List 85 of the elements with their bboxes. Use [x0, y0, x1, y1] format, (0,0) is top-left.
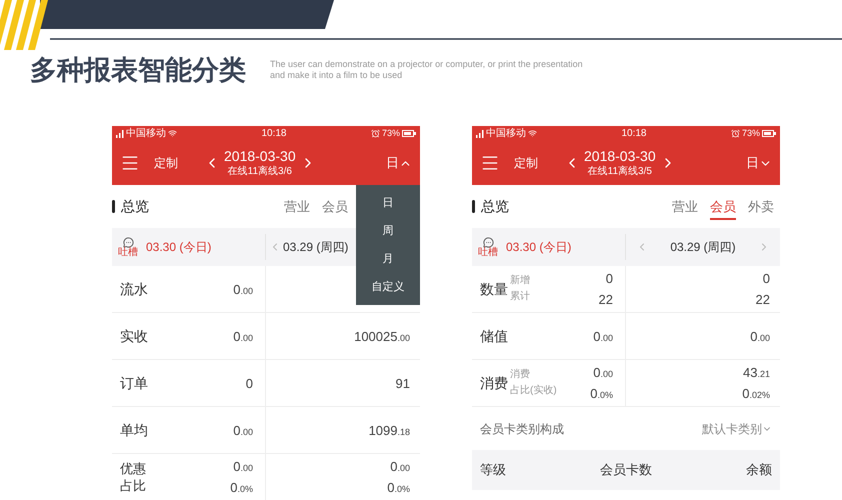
row-label: 流水 — [120, 280, 148, 298]
section-title: 总览 — [121, 197, 149, 216]
battery-text: 73% — [742, 129, 760, 138]
row-label: 实收 — [120, 326, 148, 346]
signal-icon — [116, 130, 124, 138]
row-label: 优惠 — [120, 462, 146, 475]
report-tab[interactable]: 会员 — [322, 192, 348, 220]
value-text: 0.0% — [387, 481, 410, 494]
card-section-title: 会员卡类别构成 — [480, 420, 564, 438]
period-option[interactable]: 周 — [382, 217, 394, 245]
period-option[interactable]: 自定义 — [372, 273, 404, 301]
value-text: 0 — [606, 272, 613, 285]
online-text: 在线11离线3/6 — [228, 166, 292, 178]
online-text: 在线11离线3/5 — [588, 166, 652, 178]
sub-label: 新增 — [510, 276, 530, 286]
row-label: 数量 — [480, 280, 508, 298]
custom-button[interactable]: 定制 — [154, 154, 178, 172]
sub-label: 占比(实收) — [510, 386, 557, 396]
value-text: 0.02% — [742, 387, 770, 400]
value-text: 0 — [762, 272, 770, 285]
period-option[interactable]: 月 — [382, 245, 394, 273]
value-text: 0.00 — [750, 330, 770, 342]
card-type-filter[interactable]: 默认卡类别 — [702, 420, 772, 438]
page-title: 多种报表智能分类 — [30, 54, 246, 87]
today-date: 03.30 (今日) — [506, 239, 572, 256]
period-option[interactable]: 日 — [382, 189, 394, 217]
period-button[interactable]: 日 — [386, 153, 412, 173]
value-text: 43.21 — [743, 366, 770, 379]
value-text: 22 — [598, 293, 613, 306]
alarm-icon — [370, 129, 380, 138]
today-date: 03.30 (今日) — [146, 239, 212, 256]
report-tab[interactable]: 会员 — [710, 192, 736, 220]
value-text: 0.0% — [230, 481, 253, 494]
row-label: 单均 — [120, 420, 148, 440]
alarm-icon — [730, 129, 740, 138]
wifi-icon — [168, 129, 177, 138]
column-heading: 会员卡数 — [600, 461, 652, 480]
value-text: 1099.18 — [368, 424, 410, 436]
chat-bubble-icon — [482, 236, 494, 248]
wifi-icon — [528, 129, 537, 138]
feedback-button[interactable]: 吐槽 — [478, 236, 498, 258]
value-text: 91 — [396, 376, 410, 390]
subtitle-text: The user can demonstrate on a projector or computer, or print the presentation — [270, 59, 583, 70]
row-label: 储值 — [480, 326, 508, 346]
value-text: 0.00 — [593, 330, 613, 342]
value-text: 0.0% — [590, 387, 613, 400]
section-marker — [472, 200, 475, 213]
row-label: 订单 — [120, 374, 148, 392]
value-text: 0.00 — [233, 424, 253, 436]
period-button[interactable]: 日 — [746, 153, 772, 173]
subtitle-text: and make it into a film to be used — [270, 70, 404, 81]
date-text: 2018-03-30 — [224, 148, 296, 166]
custom-button[interactable]: 定制 — [514, 154, 538, 172]
row-label: 消费 — [480, 374, 508, 392]
row-label: 占比 — [120, 479, 146, 492]
battery-icon — [402, 130, 416, 137]
section-title: 总览 — [481, 197, 509, 216]
report-tab[interactable]: 营业 — [284, 192, 310, 220]
column-heading: 等级 — [480, 461, 506, 480]
sub-label: 消费 — [510, 370, 531, 380]
feedback-button[interactable]: 吐槽 — [118, 236, 138, 258]
value-text: 100025.00 — [354, 330, 410, 342]
carrier-text: 中国移动 — [126, 128, 166, 138]
time-text: 10:18 — [261, 128, 286, 138]
value-text: 0.00 — [390, 460, 410, 473]
value-text: 22 — [756, 293, 770, 306]
report-tab[interactable]: 外卖 — [748, 192, 774, 220]
chat-bubble-icon — [122, 236, 134, 248]
signal-icon — [476, 130, 484, 138]
battery-icon — [762, 130, 776, 137]
carrier-text: 中国移动 — [486, 128, 526, 138]
value-text: 0.00 — [593, 366, 613, 379]
column-heading: 余额 — [746, 461, 772, 480]
value-text: 0.00 — [233, 282, 253, 296]
section-marker — [112, 200, 115, 213]
battery-text: 73% — [382, 129, 400, 138]
date-text: 2018-03-30 — [584, 148, 656, 166]
sub-label: 累计 — [510, 292, 530, 302]
previous-day-date: 03.29 (周四) — [283, 239, 348, 256]
report-tab[interactable]: 营业 — [672, 192, 698, 220]
value-text: 0 — [246, 376, 253, 390]
value-text: 0.00 — [233, 330, 253, 342]
previous-day-date: 03.29 (周四) — [670, 239, 736, 256]
value-text: 0.00 — [233, 460, 253, 473]
time-text: 10:18 — [621, 128, 646, 138]
